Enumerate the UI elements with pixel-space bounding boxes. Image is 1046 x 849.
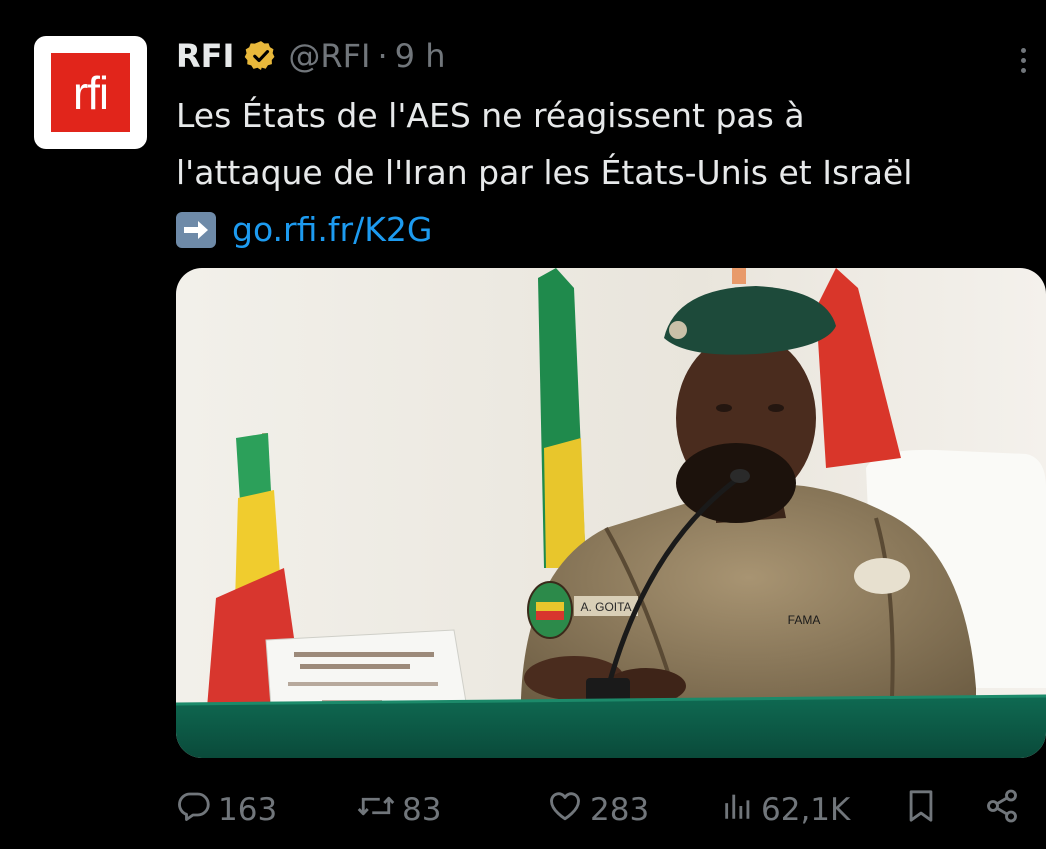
repost-button[interactable]: 83 (356, 782, 441, 838)
right-arrow-emoji-icon (176, 211, 216, 248)
tweet-link-line: go.rfi.fr/K2G (176, 201, 1036, 258)
share-icon (984, 788, 1020, 832)
share-button[interactable] (984, 782, 1020, 838)
tweet-media-image[interactable]: A. GOITA FAMA (176, 268, 1046, 758)
avatar-logo-text: rfi (73, 67, 108, 119)
tweet-timestamp[interactable]: 9 h (395, 37, 446, 75)
tweet-text: Les États de l'AES ne réagissent pas à l… (176, 87, 1036, 258)
tweet-text-line: Les États de l'AES ne réagissent pas à (176, 96, 805, 135)
avatar[interactable]: rfi (34, 36, 147, 149)
more-options-icon[interactable] (1010, 38, 1036, 82)
heart-icon (546, 788, 584, 832)
more-dot (1020, 47, 1026, 53)
tweet-text-line: l'attaque de l'Iran par les États-Unis e… (176, 153, 913, 192)
views-button[interactable]: 62,1K (721, 782, 850, 838)
author-handle[interactable]: @RFI (288, 37, 370, 75)
separator-dot: · (377, 37, 388, 75)
media-name-tag: A. GOITA (580, 600, 631, 614)
media-badge-text: FAMA (788, 613, 821, 627)
views-chart-icon (721, 788, 755, 832)
more-dot (1020, 57, 1026, 63)
author-name[interactable]: RFI (176, 37, 234, 75)
reply-button[interactable]: 163 (176, 782, 277, 838)
repost-count: 83 (402, 792, 442, 828)
bookmark-icon (904, 787, 938, 833)
views-count: 62,1K (761, 792, 851, 828)
more-dot (1020, 67, 1026, 73)
repost-icon (356, 788, 396, 832)
tweet-header: RFI @RFI · 9 h (176, 34, 445, 78)
bookmark-button[interactable] (904, 782, 938, 838)
reply-icon (176, 788, 212, 832)
verified-badge-icon[interactable] (244, 39, 278, 73)
rfi-logo: rfi (51, 53, 130, 132)
tweet-actions-bar: 163 83 283 62,1K (176, 782, 1036, 838)
reply-count: 163 (218, 792, 278, 828)
like-button[interactable]: 283 (546, 782, 649, 838)
tweet-link[interactable]: go.rfi.fr/K2G (232, 201, 432, 258)
like-count: 283 (590, 792, 650, 828)
